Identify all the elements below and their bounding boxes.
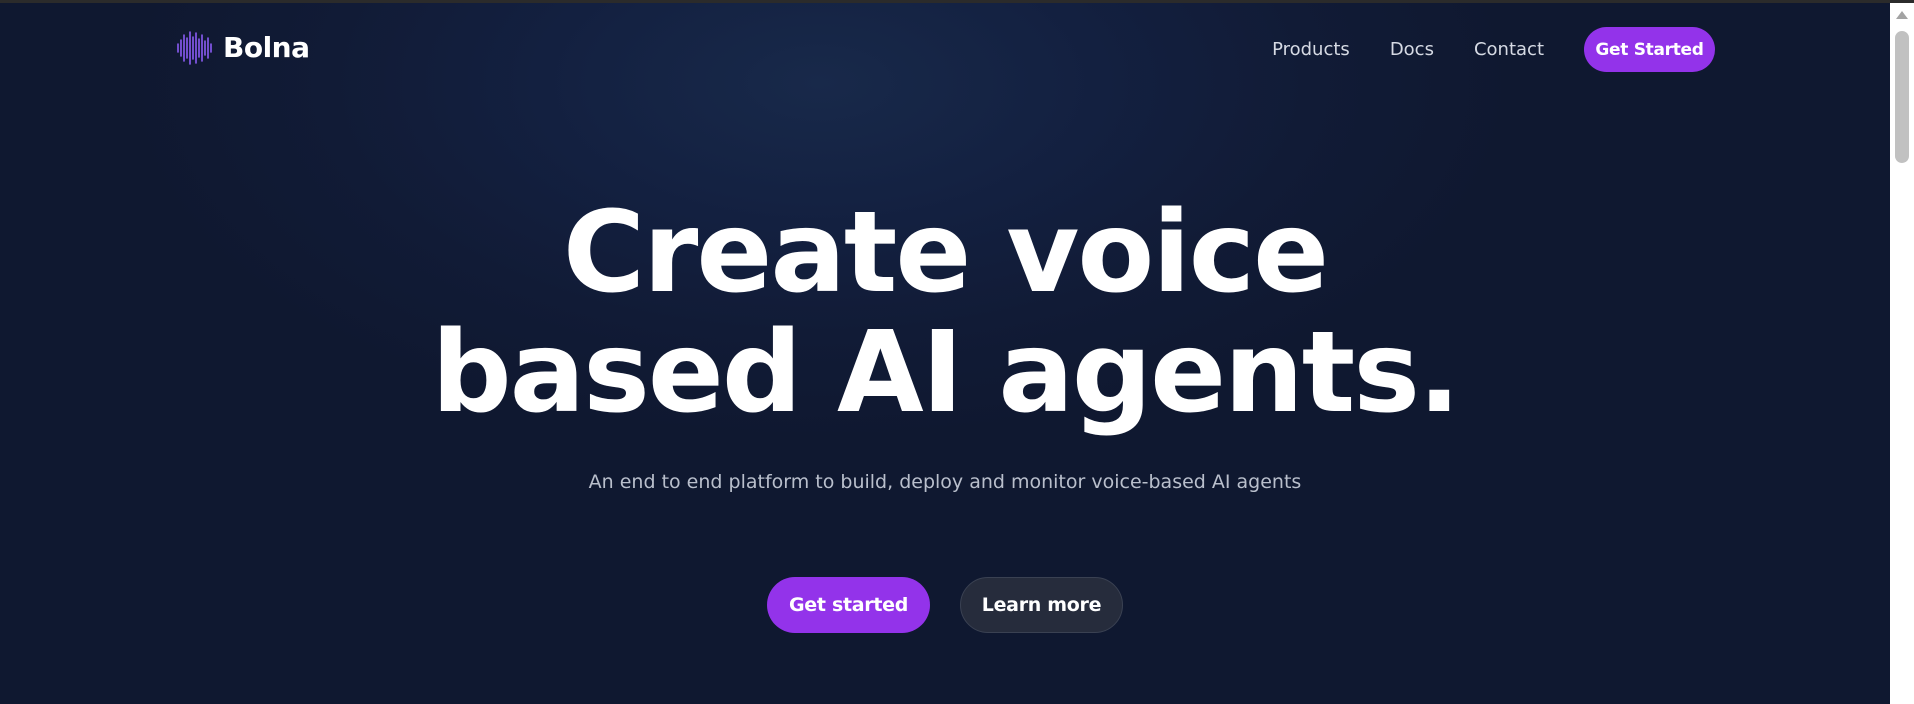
- waveform-icon: [177, 31, 212, 65]
- nav-link-contact[interactable]: Contact: [1474, 39, 1544, 60]
- nav-links: Products Docs Contact Get Started: [1272, 27, 1715, 72]
- navbar: Bolna Products Docs Contact Get Started: [0, 3, 1890, 93]
- scroll-thumb[interactable]: [1895, 31, 1909, 163]
- brand[interactable]: Bolna: [176, 29, 310, 67]
- get-started-button[interactable]: Get started: [767, 577, 930, 633]
- scroll-up-arrow-icon[interactable]: [1896, 11, 1908, 19]
- hero-title-line-2: based AI agents.: [431, 308, 1460, 438]
- nav-get-started-button[interactable]: Get Started: [1584, 27, 1715, 72]
- hero-actions: Get started Learn more: [0, 577, 1890, 633]
- vertical-scrollbar[interactable]: [1890, 3, 1914, 704]
- hero-title: Create voice based AI agents.: [0, 193, 1890, 433]
- learn-more-button[interactable]: Learn more: [960, 577, 1123, 633]
- browser-window: Bolna Products Docs Contact Get Started …: [0, 3, 1914, 704]
- landing-page: Bolna Products Docs Contact Get Started …: [0, 3, 1890, 704]
- nav-link-products[interactable]: Products: [1272, 39, 1350, 60]
- nav-link-docs[interactable]: Docs: [1390, 39, 1434, 60]
- brand-name: Bolna: [223, 31, 310, 64]
- hero-title-line-1: Create voice: [562, 188, 1329, 318]
- hero-subtitle: An end to end platform to build, deploy …: [588, 471, 1302, 493]
